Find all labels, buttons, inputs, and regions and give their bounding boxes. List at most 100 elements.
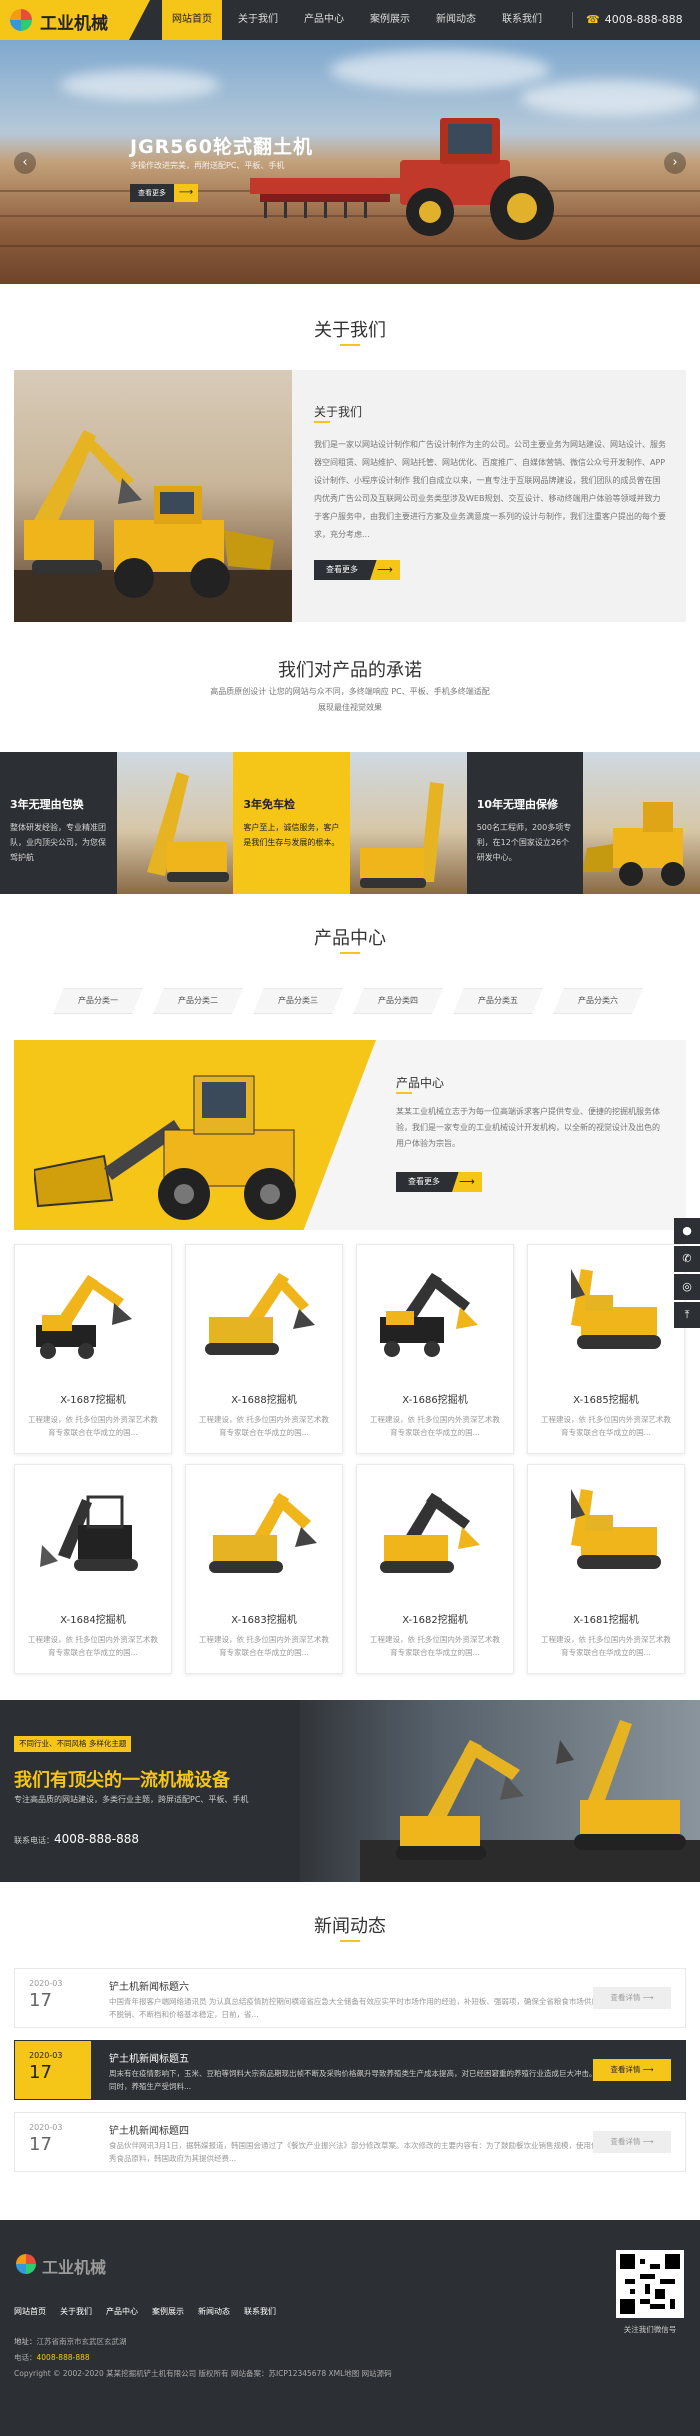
news-item[interactable]: 2020-03 17 铲土机新闻标题五 周末有在疫情影响下，玉米、豆粕等饲料大宗商…: [14, 2040, 686, 2100]
qq-icon[interactable]: ●: [674, 1218, 700, 1244]
product-image: [15, 1245, 171, 1375]
title-underline: [340, 952, 360, 954]
product-name: X-1688挖掘机: [231, 1395, 297, 1406]
promise-text-line1: 高品质原创设计 让您的网站与众不同，多终端响应 PC、平板、手机多终端适配: [210, 687, 490, 696]
nav-item-cases[interactable]: 案例展示: [360, 0, 420, 40]
product-category-tab[interactable]: 产品分类三: [253, 988, 343, 1014]
product-card[interactable]: X-1683挖掘机 工程建设，依 托多位国内外资深艺术教育专家联合在华成立的国.…: [185, 1464, 343, 1674]
nav-item-home[interactable]: 网站首页: [162, 0, 222, 40]
product-desc: 工程建设，依 托多位国内外资深艺术教育专家联合在华成立的国...: [28, 1635, 158, 1657]
product-card[interactable]: X-1686挖掘机 工程建设，依 托多位国内外资深艺术教育专家联合在华成立的国.…: [356, 1244, 514, 1454]
news-detail-button[interactable]: 查看详情 ⟶: [593, 1987, 671, 2009]
promise-card-desc: 整体研发经验，专业精准团队，业内顶尖公司，为您保驾护航: [10, 823, 106, 862]
footer-nav-products[interactable]: 产品中心: [106, 2306, 138, 2317]
product-intro-body: 某某工业机械立志于为每一位高端诉求客户提供专业、便捷的挖掘机服务体验，我们是一家…: [396, 1107, 660, 1148]
logo-icon: [10, 9, 32, 31]
promise-card-2: 3年免车检 客户至上，诚信服务，客户是我们生存与发展的根本。: [233, 752, 351, 894]
news-year-month: 2020-03: [29, 1979, 63, 1988]
footer-nav-about[interactable]: 关于我们: [60, 2306, 92, 2317]
site-footer: 工业机械 网站首页 关于我们 产品中心 案例展示 新闻动态 联系我们 地址：江苏…: [0, 2220, 700, 2436]
machinery-badge: 不同行业、不同风格 多样化主题: [14, 1736, 132, 1752]
product-card[interactable]: X-1684挖掘机 工程建设，依 托多位国内外资深艺术教育专家联合在华成立的国.…: [14, 1464, 172, 1674]
products-more-button[interactable]: 查看更多 ⟶: [396, 1172, 482, 1192]
product-image: [15, 1465, 171, 1595]
nav-item-products[interactable]: 产品中心: [294, 0, 354, 40]
banner-next-arrow[interactable]: ›: [664, 152, 686, 174]
about-image: [14, 370, 292, 622]
banner-prev-arrow[interactable]: ‹: [14, 152, 36, 174]
main-nav: 网站首页 关于我们 产品中心 案例展示 新闻动态 联系我们: [162, 0, 558, 40]
phone-icon: ☎: [586, 13, 600, 26]
product-card[interactable]: X-1681挖掘机 工程建设，依 托多位国内外资深艺术教育专家联合在华成立的国.…: [527, 1464, 685, 1674]
promise-text-line2: 展现最佳视觉效果: [318, 703, 382, 712]
promise-card-desc: 500名工程师，200多项专利，在12个国家设立26个研发中心。: [476, 823, 572, 862]
promise-card-3: 10年无理由保修 500名工程师，200多项专利，在12个国家设立26个研发中心…: [466, 752, 584, 894]
product-name: X-1686挖掘机: [402, 1395, 468, 1406]
product-category-tab[interactable]: 产品分类二: [153, 988, 243, 1014]
news-day: 17: [29, 2062, 52, 2083]
footer-nav-news[interactable]: 新闻动态: [198, 2306, 230, 2317]
news-date: 2020-03 17: [15, 2113, 91, 2171]
about-more-button[interactable]: 查看更多 ⟶: [314, 560, 400, 580]
about-section-title: 关于我们: [314, 320, 386, 341]
nav-item-about[interactable]: 关于我们: [228, 0, 288, 40]
wechat-icon[interactable]: ◎: [674, 1274, 700, 1300]
product-categories: 产品分类一 产品分类二 产品分类三 产品分类四 产品分类五 产品分类六: [53, 988, 653, 1014]
product-image: [357, 1465, 513, 1595]
promise-image-1: [116, 752, 234, 894]
product-category-tab[interactable]: 产品分类四: [353, 988, 443, 1014]
footer-nav-cases[interactable]: 案例展示: [152, 2306, 184, 2317]
machinery-phone: 联系电话：4008-888-888: [14, 1832, 139, 1846]
product-card[interactable]: X-1685挖掘机 工程建设，依 托多位国内外资深艺术教育专家联合在华成立的国.…: [527, 1244, 685, 1454]
loader-photo: [583, 802, 686, 886]
title-underline: [340, 1940, 360, 1942]
heading-underline: [396, 1092, 412, 1094]
news-summary: 中国青年报客户端网络通讯员 为认真总结疫情防控期间横道省应急大全储备有效应实平时…: [109, 1997, 599, 2019]
nav-item-contact[interactable]: 联系我们: [492, 0, 552, 40]
product-desc: 工程建设，依 托多位国内外资深艺术教育专家联合在华成立的国...: [199, 1415, 329, 1437]
news-title: 铲土机新闻标题六: [109, 1982, 189, 1993]
excavator-photo: [360, 782, 445, 888]
product-name: X-1684挖掘机: [60, 1615, 126, 1626]
product-name: X-1682挖掘机: [402, 1615, 468, 1626]
news-year-month: 2020-03: [29, 2051, 63, 2060]
product-category-tab[interactable]: 产品分类六: [553, 988, 643, 1014]
news-detail-button[interactable]: 查看详情 ⟶: [593, 2059, 671, 2081]
product-card[interactable]: X-1688挖掘机 工程建设，依 托多位国内外资深艺术教育专家联合在华成立的国.…: [185, 1244, 343, 1454]
product-category-tab[interactable]: 产品分类一: [53, 988, 143, 1014]
logo-text: 工业机械: [40, 14, 108, 34]
news-title: 铲土机新闻标题四: [109, 2126, 189, 2137]
product-image: [528, 1245, 684, 1375]
news-summary: 周末有在疫情影响下，玉米、豆粕等饲料大宗商品期现出帧不断及采购价格飙升导致养殖类…: [109, 2069, 597, 2091]
footer-nav-home[interactable]: 网站首页: [14, 2306, 46, 2317]
footer-phone-label: 电话：: [14, 2353, 37, 2362]
footer-logo-text[interactable]: 工业机械: [42, 2254, 106, 2278]
excavator-illustration: [14, 430, 292, 622]
promise-section-title: 我们对产品的承诺: [278, 660, 422, 681]
news-item[interactable]: 2020-03 17 铲土机新闻标题六 中国青年报客户端网络通讯员 为认真总结疫情…: [14, 1968, 686, 2028]
back-to-top-icon[interactable]: ⤒: [674, 1302, 700, 1328]
news-title: 铲土机新闻标题五: [109, 2054, 189, 2065]
footer-address: 地址：江苏省南京市玄武区玄武湖: [14, 2336, 127, 2347]
about-body: 我们是一家以网站设计制作和广告设计制作为主的公司。公司主要业务为网站建设、网站设…: [314, 440, 666, 539]
about-more-label: 查看更多: [326, 565, 358, 574]
machinery-subtitle: 专注高品质的网站建设，多类行业主题，跨屏适配PC、平板、手机: [14, 1795, 249, 1804]
machinery-title: 我们有顶尖的一流机械设备: [14, 1770, 230, 1791]
banner-more-button[interactable]: 查看更多 ⟶: [130, 184, 198, 202]
nav-item-news[interactable]: 新闻动态: [426, 0, 486, 40]
excavator-photo: [146, 772, 229, 882]
product-category-tab[interactable]: 产品分类五: [453, 988, 543, 1014]
product-card[interactable]: X-1682挖掘机 工程建设，依 托多位国内外资深艺术教育专家联合在华成立的国.…: [356, 1464, 514, 1674]
product-intro: 产品中心 某某工业机械立志于为每一位高端诉求客户提供专业、便捷的挖掘机服务体验，…: [14, 1040, 686, 1230]
product-card[interactable]: X-1687挖掘机 工程建设，依 托多位国内外资深艺术教育专家联合在华成立的国.…: [14, 1244, 172, 1454]
news-detail-button[interactable]: 查看详情 ⟶: [593, 2131, 671, 2153]
floating-side-tools: ● ✆ ◎ ⤒: [674, 1218, 700, 1330]
arrow-right-icon: ⟶: [370, 560, 400, 580]
about-heading: 关于我们: [314, 405, 363, 419]
machinery-banner: 不同行业、不同风格 多样化主题 我们有顶尖的一流机械设备 专注高品质的网站建设，…: [0, 1700, 700, 1882]
phone-icon[interactable]: ✆: [674, 1246, 700, 1272]
news-item[interactable]: 2020-03 17 铲土机新闻标题四 食品伙伴网讯3月1日，据韩媒报道，韩国国会…: [14, 2112, 686, 2172]
wechat-qr-code: [616, 2250, 684, 2318]
logo[interactable]: 工业机械: [0, 0, 150, 40]
footer-nav-contact[interactable]: 联系我们: [244, 2306, 276, 2317]
